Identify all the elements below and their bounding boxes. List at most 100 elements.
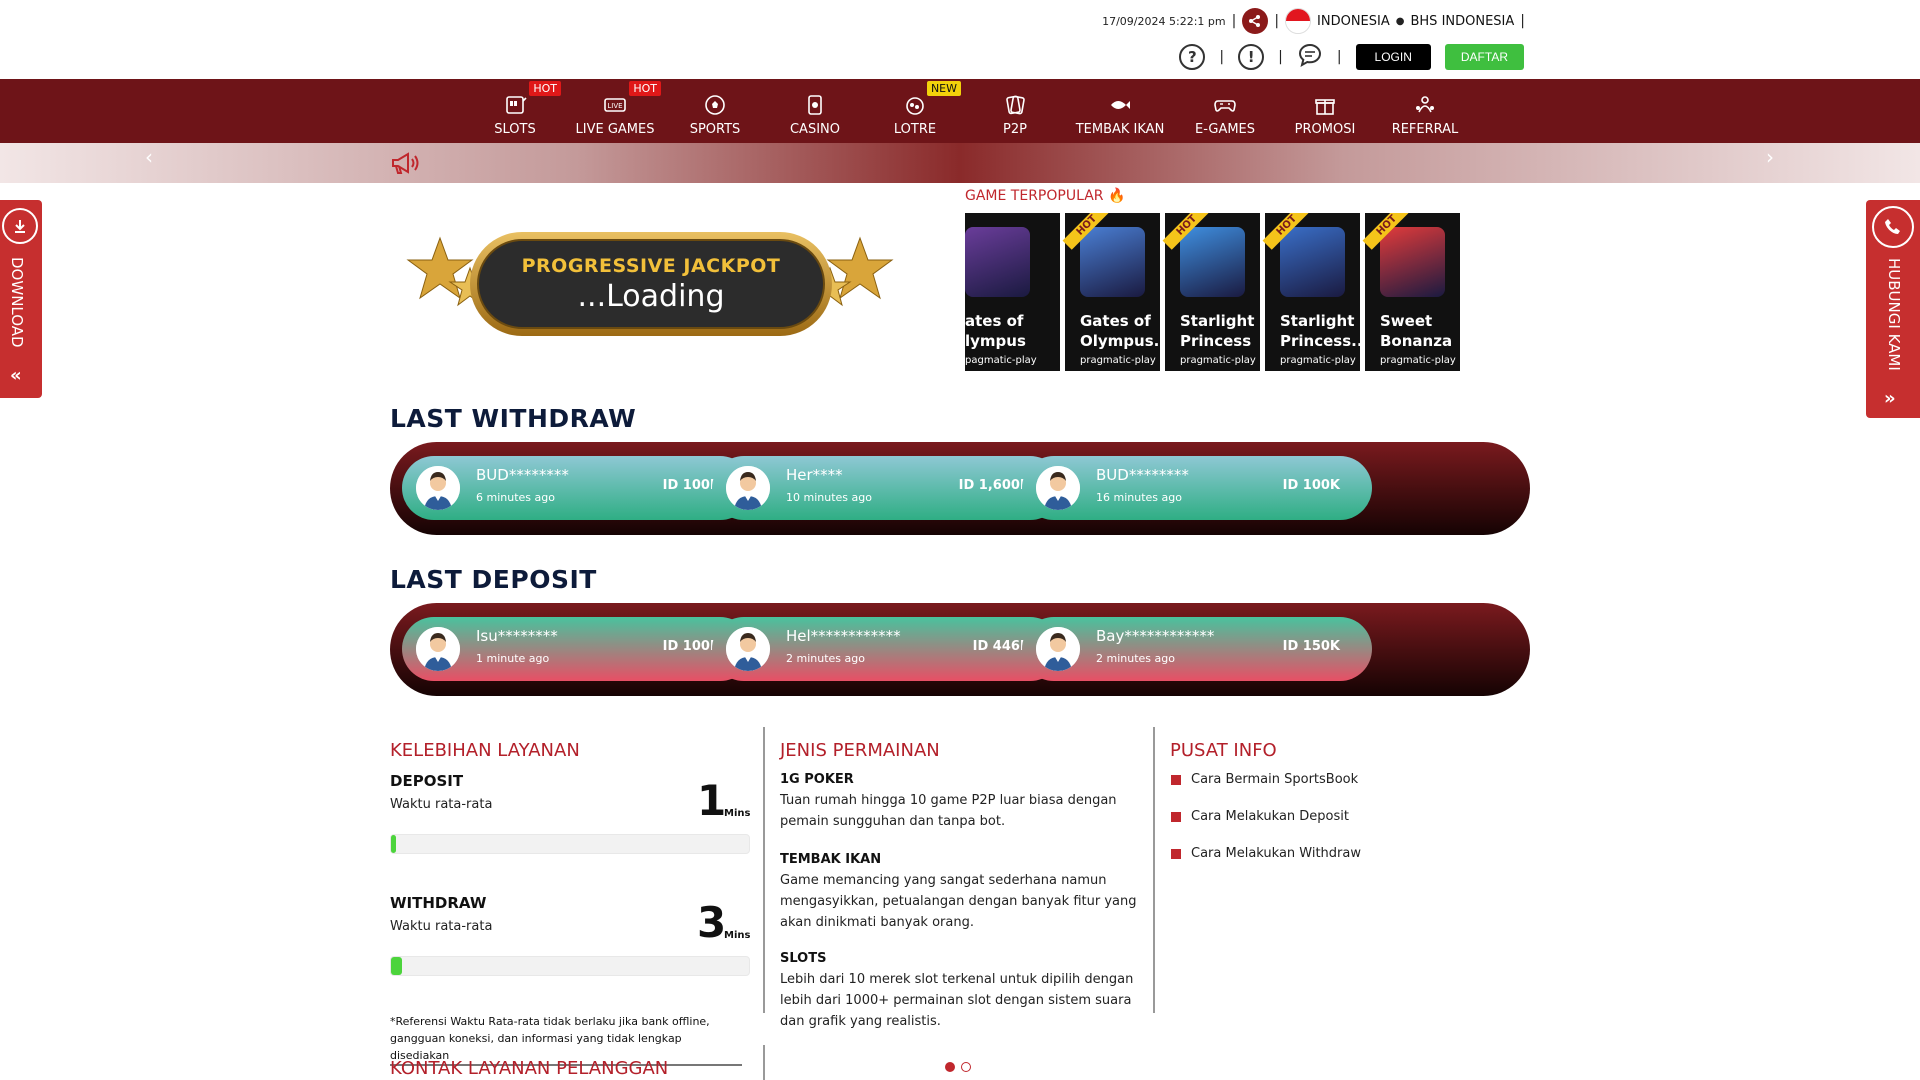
info-link[interactable]: Cara Melakukan Withdraw	[1171, 846, 1361, 861]
nav-badge: NEW	[926, 81, 961, 96]
column-divider	[763, 1045, 765, 1080]
slot-machine-icon	[506, 96, 527, 114]
game-type-title: SLOTS	[780, 951, 827, 966]
nav-item-p2p[interactable]: P2P	[965, 79, 1065, 143]
progressive-jackpot: PROGRESSIVE JACKPOT ...Loading	[400, 228, 900, 338]
contact-label: HUBUNGI KAMI	[1885, 258, 1903, 371]
game-name: Sweet Bonanza	[1380, 312, 1453, 350]
popular-games-label: GAME TERPOPULAR	[965, 188, 1104, 204]
time-ago: 1 minute ago	[476, 652, 550, 665]
game-provider: pragmatic-play	[1080, 355, 1156, 366]
share-icon[interactable]	[1242, 8, 1269, 34]
carousel-pager	[945, 1062, 971, 1072]
marquee-right-arrow-icon[interactable]: ›	[1766, 145, 1774, 169]
game-provider: pagmatic-play	[965, 355, 1037, 366]
last-withdraw-band: BUD******** 6 minutes ago ID 100K Her**** 10…	[390, 442, 1530, 535]
deposit-card: Bay************ 2 minutes ago ID 150K	[1022, 617, 1372, 681]
pager-dot-active[interactable]	[945, 1062, 955, 1072]
double-chevron-left-icon: «	[10, 365, 22, 386]
deposit-minutes: 1	[697, 776, 727, 825]
game-thumbnail	[1280, 227, 1345, 297]
divider: |	[1520, 13, 1525, 29]
chat-icon[interactable]	[1297, 42, 1323, 72]
divider: |	[1274, 13, 1280, 29]
last-withdraw-title: LAST WITHDRAW	[390, 404, 637, 433]
game-type-title: TEMBAK IKAN	[780, 852, 882, 867]
game-thumbnail	[1380, 227, 1445, 297]
p2p-cards-icon	[1006, 95, 1025, 115]
username: BUD********	[476, 466, 569, 484]
contact-side-tab[interactable]: HUBUNGI KAMI »	[1866, 200, 1920, 418]
time-ago: 16 minutes ago	[1096, 491, 1182, 504]
double-chevron-right-icon: »	[1884, 388, 1896, 409]
nav-item-slots[interactable]: SLOTS HOT	[465, 79, 565, 143]
nav-item-tembak-ikan[interactable]: TEMBAK IKAN	[1065, 79, 1175, 143]
datetime: 17/09/2024 5:22:1 pm	[1102, 14, 1226, 28]
language-label[interactable]: BHS INDONESIA	[1410, 14, 1514, 29]
nav-item-label: SPORTS	[689, 122, 741, 137]
game-thumbnail	[1180, 227, 1245, 297]
deposit-progress-bar	[390, 834, 750, 854]
game-provider: pragmatic-play	[1180, 355, 1256, 366]
game-types-title: JENIS PERMAINAN	[780, 740, 940, 761]
nav-badge: HOT	[529, 81, 561, 96]
game-card[interactable]: HOT Sweet Bonanza pragmatic-play	[1362, 213, 1460, 371]
time-ago: 10 minutes ago	[786, 491, 872, 504]
info-link[interactable]: Cara Bermain SportsBook	[1171, 772, 1358, 787]
game-provider: pragmatic-play	[1280, 355, 1356, 366]
game-type-desc: Tuan rumah hingga 10 game P2P luar biasa…	[780, 793, 1117, 829]
download-label: DOWNLOAD	[8, 257, 26, 348]
referral-icon	[1416, 96, 1434, 113]
nav-item-label: LIVE GAMES	[575, 122, 655, 137]
alert-icon[interactable]: !	[1238, 44, 1265, 70]
nav-item-live-games[interactable]: LIVE LIVE GAMES HOT	[565, 79, 665, 143]
nav-item-promosi[interactable]: PROMOSI	[1275, 79, 1375, 143]
country-label[interactable]: INDONESIA	[1317, 14, 1390, 29]
main-nav: SLOTS HOT LIVE LIVE GAMES HOT SPORTS CASINO LOT…	[0, 79, 1920, 143]
time-ago: 2 minutes ago	[1096, 652, 1175, 665]
nav-item-lotre[interactable]: LOTRE NEW	[865, 79, 965, 143]
avatar	[1036, 627, 1080, 671]
nav-item-e-games[interactable]: E-GAMES	[1175, 79, 1275, 143]
download-side-tab[interactable]: DOWNLOAD «	[0, 200, 42, 398]
game-card[interactable]: ates of lympus pagmatic-play	[965, 213, 1060, 371]
column-divider	[763, 727, 765, 1013]
service-title: KELEBIHAN LAYANAN	[390, 740, 580, 761]
time-ago: 6 minutes ago	[476, 491, 555, 504]
bullet-icon	[1171, 848, 1181, 859]
cards-icon	[808, 95, 822, 115]
username: Bay************	[1096, 627, 1215, 645]
game-card[interactable]: HOT Gates of Olympus... pragmatic-play	[1062, 213, 1171, 371]
nav-item-casino[interactable]: CASINO	[765, 79, 865, 143]
deposit-card: Hel************ 2 minutes ago ID 446K	[712, 617, 1062, 681]
indonesia-flag-icon[interactable]	[1285, 8, 1312, 34]
withdraw-progress-fill	[391, 957, 402, 975]
withdraw-label: WITHDRAW	[390, 894, 487, 912]
game-name: Starlight Princess	[1180, 312, 1255, 350]
avatar	[726, 466, 770, 510]
jackpot-title: PROGRESSIVE JACKPOT	[521, 254, 781, 277]
info-center-title: PUSAT INFO	[1170, 740, 1277, 761]
login-button[interactable]: LOGIN	[1355, 44, 1431, 70]
help-icon[interactable]: ?	[1179, 44, 1206, 70]
amount: ID 100K	[1282, 478, 1340, 493]
username: Her****	[786, 466, 843, 484]
fish-icon	[1111, 101, 1130, 109]
register-button[interactable]: DAFTAR	[1444, 44, 1524, 70]
marquee-left-arrow-icon[interactable]: ‹	[145, 145, 153, 169]
divider: |	[1231, 13, 1237, 29]
game-card[interactable]: HOT Starlight Princess pragmatic-play	[1162, 213, 1260, 371]
game-card[interactable]: HOT Starlight Princess... pragmatic-play	[1262, 213, 1368, 371]
withdraw-minutes: 3	[697, 898, 727, 947]
pager-dot[interactable]	[961, 1062, 971, 1072]
top-info: 17/09/2024 5:22:1 pm | | INDONESIA ● BHS…	[1102, 8, 1525, 34]
game-name: ates of lympus	[965, 312, 1026, 350]
nav-item-referral[interactable]: REFERRAL	[1375, 79, 1475, 143]
column-divider	[1153, 727, 1155, 1013]
info-link[interactable]: Cara Melakukan Deposit	[1171, 809, 1349, 824]
nav-items: SLOTS HOT LIVE LIVE GAMES HOT SPORTS CASINO LOT…	[465, 79, 1475, 143]
game-type-title: 1G POKER	[780, 772, 854, 787]
divider: |	[1219, 49, 1225, 65]
nav-item-sports[interactable]: SPORTS	[665, 79, 765, 143]
last-deposit-title: LAST DEPOSIT	[390, 565, 597, 594]
